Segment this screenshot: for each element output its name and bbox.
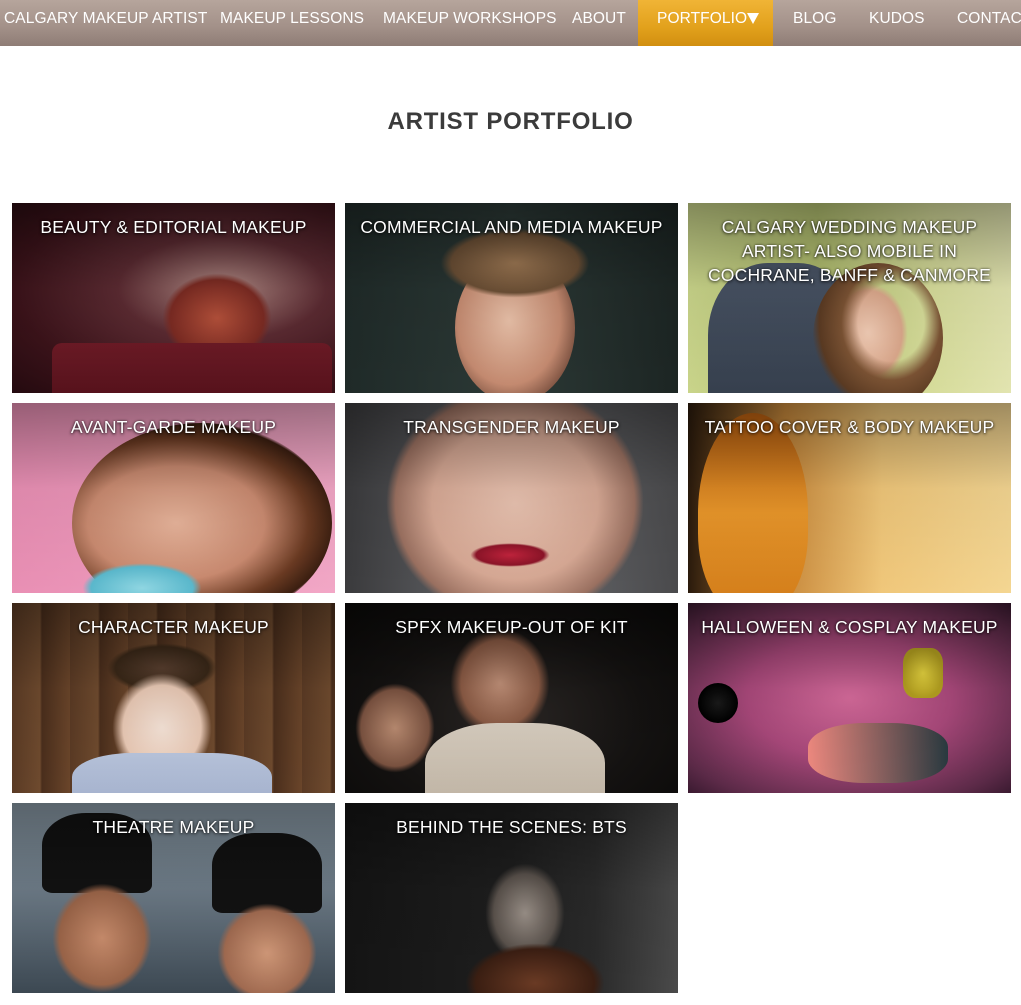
tile-label: AVANT-GARDE MAKEUP [70,417,277,437]
tile-label: COMMERCIAL AND MEDIA MAKEUP [360,217,663,237]
nav-item-portfolio-label: PORTFOLIO [657,10,748,27]
portfolio-tile-halloween-cosplay[interactable]: HALLOWEEN & COSPLAY MAKEUP [688,603,1011,793]
portfolio-tile-wedding[interactable]: CALGARY WEDDING MAKEUP ARTIST- ALSO MOBI… [688,203,1011,393]
portfolio-tile-theatre[interactable]: THEATRE MAKEUP [12,803,335,993]
portfolio-tile-avant-garde[interactable]: AVANT-GARDE MAKEUP [12,403,335,593]
tile-label: BEHIND THE SCENES: BTS [396,817,627,837]
tile-label: TATTOO COVER & BODY MAKEUP [704,417,995,437]
tile-label: HALLOWEEN & COSPLAY MAKEUP [701,617,998,637]
portfolio-tile-transgender[interactable]: TRANSGENDER MAKEUP [345,403,678,593]
nav-item-makeup-workshops[interactable]: MAKEUP WORKSHOPS [383,0,557,46]
main-navigation: CALGARY MAKEUP ARTIST MAKEUP LESSONS MAK… [0,0,1021,46]
tile-label: CHARACTER MAKEUP [78,617,269,637]
tile-label: SPFX MAKEUP-OUT OF KIT [395,617,628,637]
portfolio-tile-beauty-editorial[interactable]: BEAUTY & EDITORIAL MAKEUP [12,203,335,393]
portfolio-tile-tattoo-cover[interactable]: TATTOO COVER & BODY MAKEUP [688,403,1011,593]
nav-item-calgary-makeup-artist[interactable]: CALGARY MAKEUP ARTIST [4,0,207,46]
portfolio-tile-character[interactable]: CHARACTER MAKEUP [12,603,335,793]
dropdown-triangle-icon [747,13,759,24]
portfolio-tile-behind-the-scenes[interactable]: BEHIND THE SCENES: BTS [345,803,678,993]
tile-label: CALGARY WEDDING MAKEUP ARTIST- ALSO MOBI… [707,217,992,285]
portfolio-tile-commercial-media[interactable]: COMMERCIAL AND MEDIA MAKEUP [345,203,678,393]
portfolio-tile-spfx[interactable]: SPFX MAKEUP-OUT OF KIT [345,603,678,793]
tile-label: BEAUTY & EDITORIAL MAKEUP [40,217,307,237]
tile-label: THEATRE MAKEUP [92,817,255,837]
nav-item-portfolio[interactable]: PORTFOLIO [638,0,773,46]
nav-item-blog[interactable]: BLOG [793,0,836,46]
nav-item-contact[interactable]: CONTACT [957,0,1021,46]
nav-item-kudos[interactable]: KUDOS [869,0,925,46]
nav-item-makeup-lessons[interactable]: MAKEUP LESSONS [220,0,364,46]
nav-item-about[interactable]: ABOUT [572,0,626,46]
tile-label: TRANSGENDER MAKEUP [403,417,620,437]
page-title: ARTIST PORTFOLIO [387,108,634,135]
